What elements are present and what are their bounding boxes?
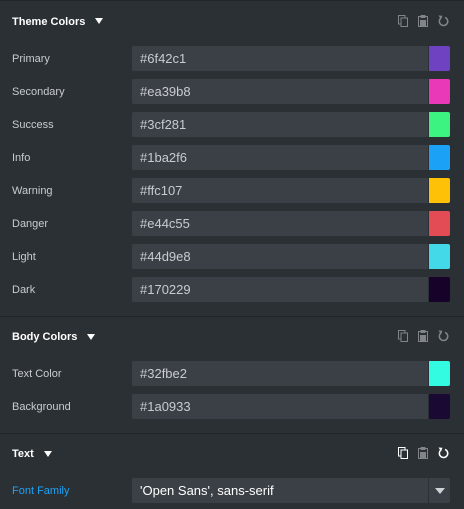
copy-icon[interactable] [398, 330, 408, 342]
chevron-down-icon [435, 488, 445, 494]
info-color-input[interactable]: #1ba2f6 [132, 145, 428, 170]
text-color-swatch[interactable] [429, 361, 450, 386]
info-color-swatch[interactable] [429, 145, 450, 170]
reset-icon[interactable] [438, 447, 449, 459]
reset-icon[interactable] [438, 330, 449, 342]
caret-down-icon[interactable] [44, 451, 52, 457]
danger-color-input[interactable]: #e44c55 [132, 211, 428, 236]
text-color-input[interactable]: #32fbe2 [132, 361, 428, 386]
dark-color-input[interactable]: #170229 [132, 277, 428, 302]
primary-color-input[interactable]: #6f42c1 [132, 46, 428, 71]
paste-icon[interactable] [418, 330, 428, 342]
paste-icon[interactable] [418, 15, 428, 27]
secondary-color-input[interactable]: #ea39b8 [132, 79, 428, 104]
reset-icon[interactable] [438, 15, 449, 27]
copy-icon[interactable] [398, 447, 408, 459]
caret-down-icon[interactable] [95, 18, 103, 24]
section-tools [398, 330, 450, 342]
section-title: Body Colors [12, 331, 78, 343]
section-tools [398, 447, 450, 459]
label-primary: Primary [12, 53, 50, 65]
label-warning: Warning [12, 185, 53, 197]
copy-icon[interactable] [398, 15, 408, 27]
dark-color-swatch[interactable] [429, 277, 450, 302]
caret-down-icon[interactable] [87, 334, 95, 340]
warning-color-input[interactable]: #ffc107 [132, 178, 428, 203]
theme-colors-header[interactable]: Theme Colors [0, 0, 464, 40]
success-color-swatch[interactable] [429, 112, 450, 137]
label-success: Success [12, 119, 54, 131]
label-info: Info [12, 152, 31, 164]
label-secondary: Secondary [12, 86, 65, 98]
section-title: Theme Colors [12, 16, 86, 28]
danger-color-swatch[interactable] [429, 211, 450, 236]
background-color-swatch[interactable] [429, 394, 450, 419]
font-family-select[interactable]: 'Open Sans', sans-serif [132, 478, 428, 503]
secondary-color-swatch[interactable] [429, 79, 450, 104]
light-color-swatch[interactable] [429, 244, 450, 269]
section-tools [398, 15, 450, 27]
section-title: Text [12, 448, 34, 460]
primary-color-swatch[interactable] [429, 46, 450, 71]
label-text-color: Text Color [12, 368, 62, 380]
paste-icon[interactable] [418, 447, 428, 459]
light-color-input[interactable]: #44d9e8 [132, 244, 428, 269]
label-font-family: Font Family [12, 485, 70, 497]
background-color-input[interactable]: #1a0933 [132, 394, 428, 419]
success-color-input[interactable]: #3cf281 [132, 112, 428, 137]
body-colors-header[interactable]: Body Colors [0, 316, 464, 356]
label-dark: Dark [12, 284, 36, 296]
text-header[interactable]: Text [0, 433, 464, 473]
warning-color-swatch[interactable] [429, 178, 450, 203]
label-background: Background [12, 401, 71, 413]
font-family-dropdown-button[interactable] [428, 478, 450, 503]
label-danger: Danger [12, 218, 49, 230]
label-light: Light [12, 251, 36, 263]
